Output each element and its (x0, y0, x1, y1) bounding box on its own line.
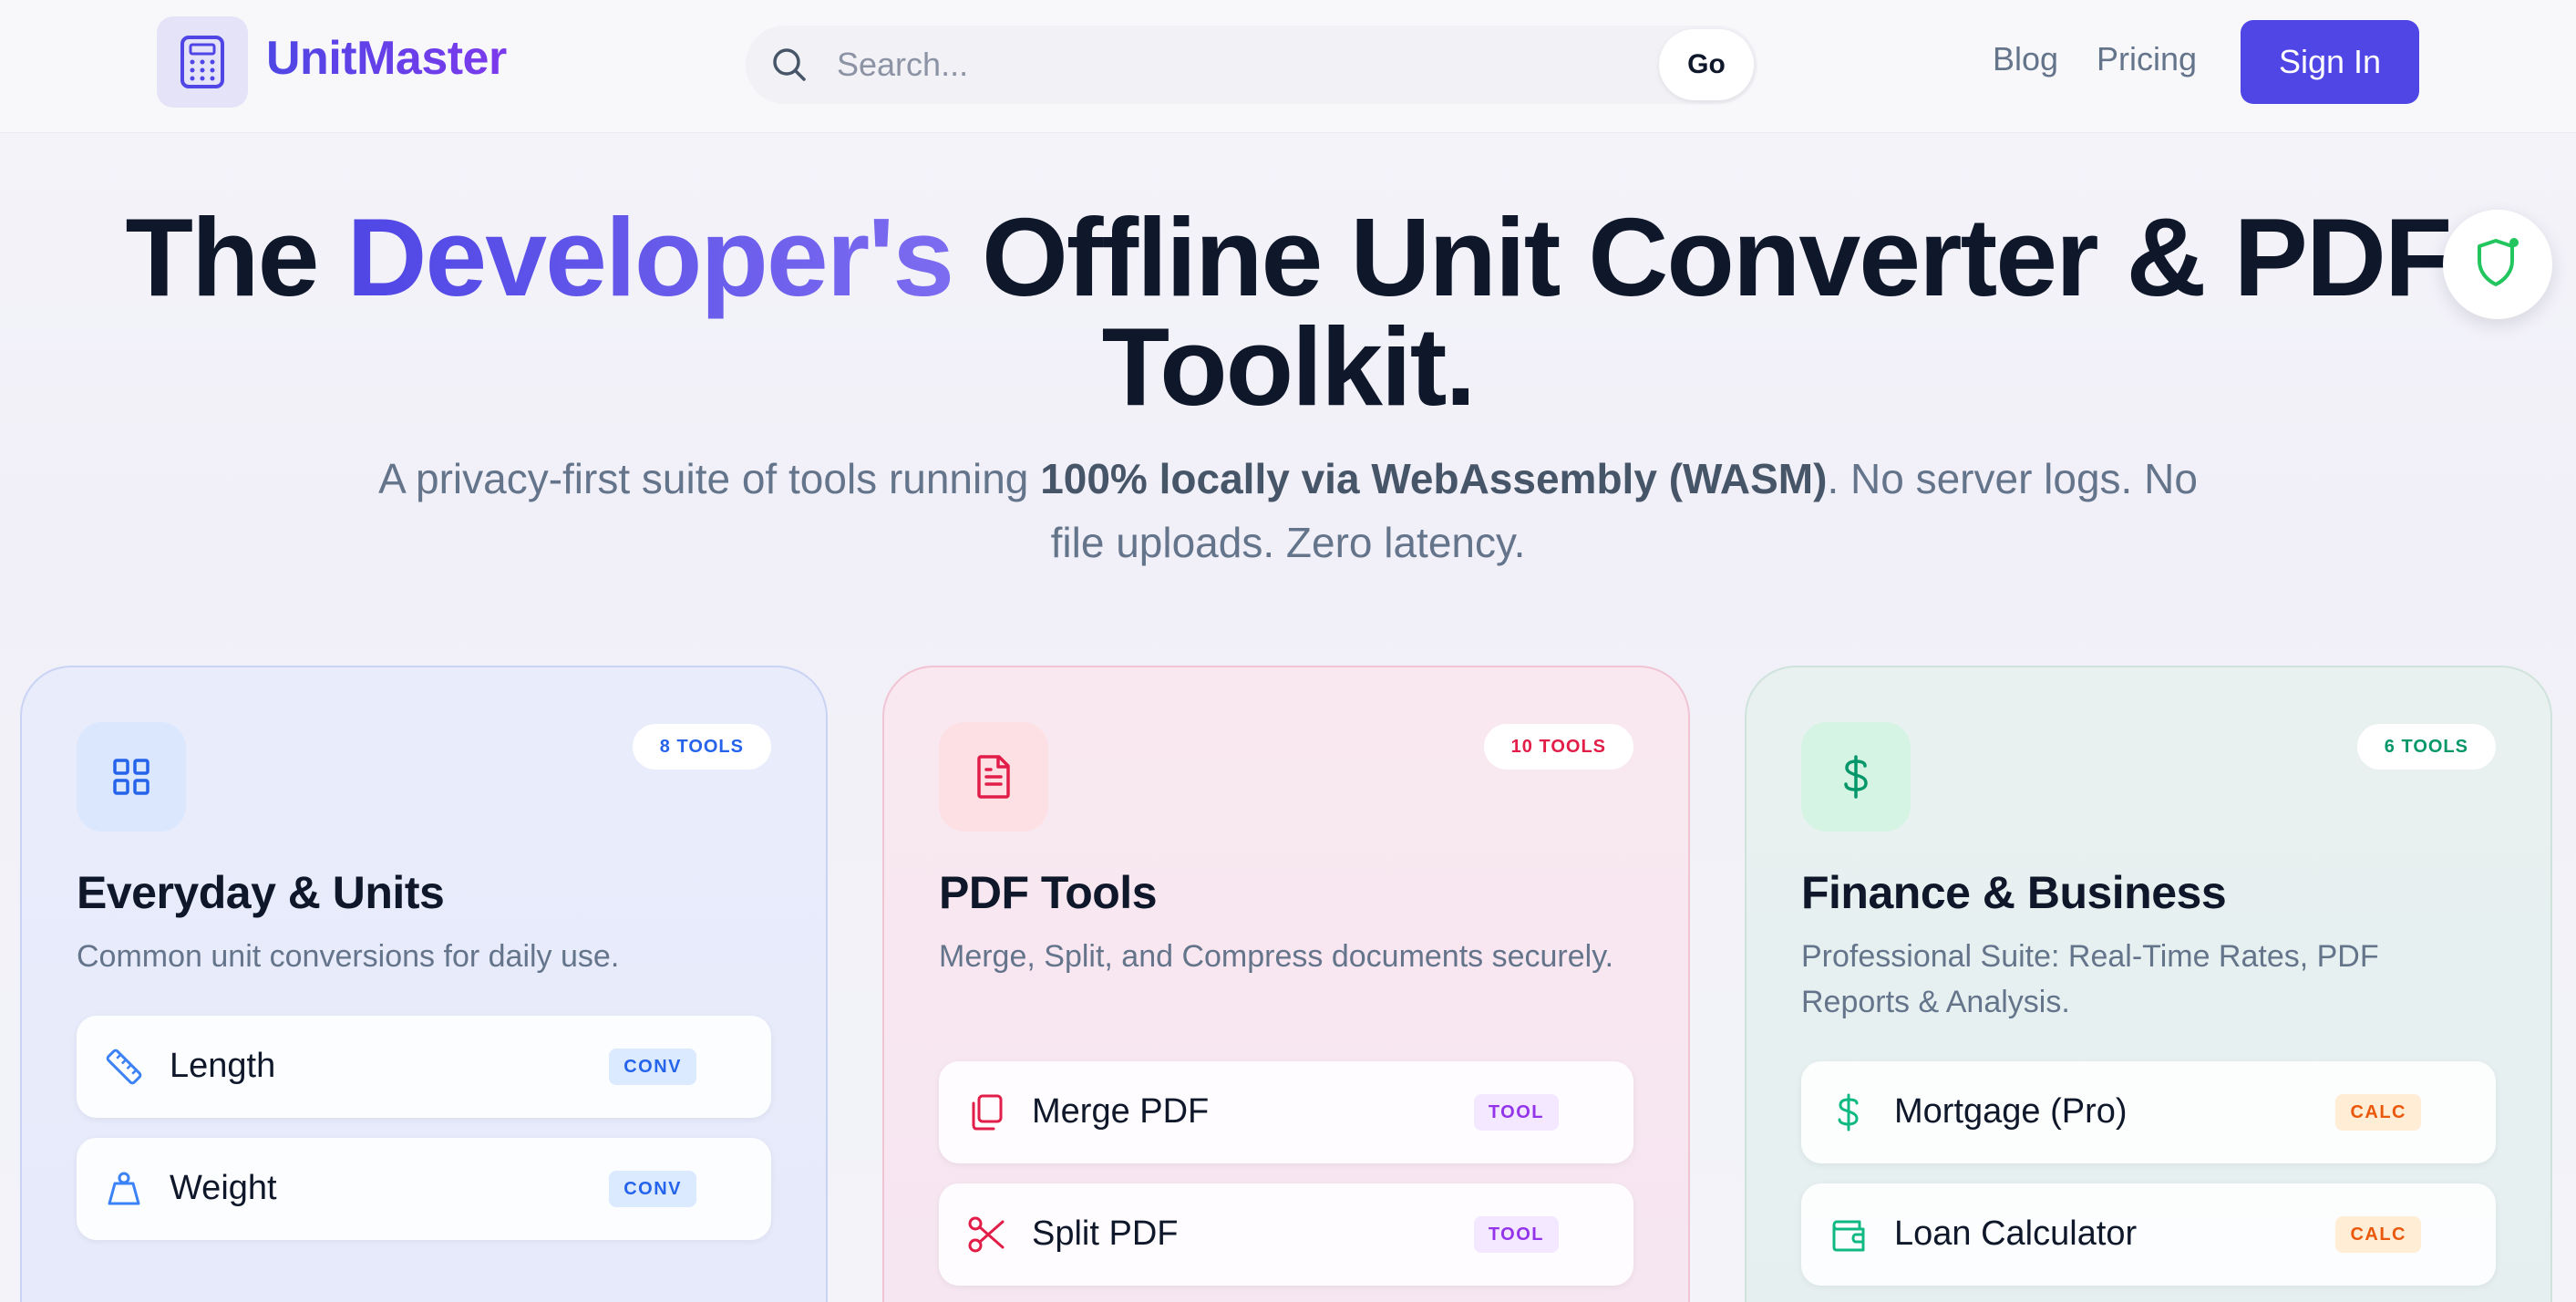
card-description: Common unit conversions for daily use. (77, 939, 620, 974)
page-title: The Developer's Offline Unit Converter &… (82, 202, 2494, 422)
card-description: Professional Suite: Real-Time Rates, PDF… (1801, 939, 2379, 1019)
tool-label: Weight (170, 1169, 277, 1207)
nav-link-blog[interactable]: Blog (1993, 40, 2058, 78)
tool-count-badge: 6 TOOLS (2356, 724, 2496, 770)
title-prefix: The (125, 195, 347, 319)
logo-text[interactable]: UnitMaster (266, 31, 507, 86)
tool-type-tag: CONV (609, 1049, 696, 1085)
tool-type-tag: TOOL (1473, 1216, 1559, 1253)
category-card-pdf-tools[interactable]: 10 TOOLS PDF Tools Merge, Split, and Com… (882, 666, 1690, 1302)
tool-label: Mortgage (Pro) (1894, 1092, 2128, 1131)
top-nav-bar: UnitMaster Go Blog Pricing Sign In (0, 0, 2576, 133)
document-icon (939, 722, 1048, 832)
subtitle-pre: A privacy-first suite of tools running (378, 455, 1041, 502)
tool-item-split-pdf[interactable]: Split PDF TOOL (939, 1183, 1633, 1286)
privacy-shield-button[interactable] (2443, 210, 2552, 319)
scissors-icon (966, 1214, 1006, 1255)
search-bar: Go (746, 26, 1757, 104)
dollar-icon (1801, 722, 1911, 832)
tool-item-loan-calculator[interactable]: Loan Calculator CALC (1801, 1183, 2496, 1286)
card-title: Everyday & Units (77, 867, 445, 918)
ruler-icon (104, 1047, 144, 1087)
tool-count-badge: 8 TOOLS (632, 724, 771, 770)
subtitle-bold: 100% locally via WebAssembly (WASM) (1040, 455, 1828, 502)
shield-icon (2472, 235, 2523, 294)
tool-label: Length (170, 1047, 276, 1085)
calculator-logo-icon[interactable] (157, 16, 248, 108)
tool-item-weight[interactable]: Weight CONV (77, 1138, 771, 1240)
copy-icon (966, 1092, 1006, 1132)
card-description: Merge, Split, and Compress documents sec… (939, 939, 1614, 974)
tool-item-merge-pdf[interactable]: Merge PDF TOOL (939, 1061, 1633, 1163)
tool-count-badge: 10 TOOLS (1483, 724, 1633, 770)
card-title: Finance & Business (1801, 867, 2227, 918)
tool-type-tag: CALC (2335, 1216, 2421, 1253)
hero-subtitle: A privacy-first suite of tools running 1… (376, 447, 2200, 574)
nav-link-pricing[interactable]: Pricing (2097, 40, 2197, 78)
search-input[interactable] (837, 42, 1475, 88)
tool-item-mortgage-pro[interactable]: Mortgage (Pro) CALC (1801, 1061, 2496, 1163)
grid-icon (77, 722, 186, 832)
tool-type-tag: CONV (609, 1171, 696, 1207)
title-suffix: Offline Unit Converter & PDF Toolkit. (953, 195, 2452, 429)
tool-type-tag: CALC (2335, 1094, 2421, 1131)
tool-label: Split PDF (1032, 1214, 1179, 1253)
tool-type-tag: TOOL (1473, 1094, 1559, 1131)
title-accent: Developer's (346, 195, 954, 319)
category-card-everyday-units[interactable]: 8 TOOLS Everyday & Units Common unit con… (20, 666, 828, 1302)
sign-in-button[interactable]: Sign In (2241, 20, 2419, 104)
tool-label: Merge PDF (1032, 1092, 1210, 1131)
category-card-finance-business[interactable]: 6 TOOLS Finance & Business Professional … (1745, 666, 2552, 1302)
tool-label: Loan Calculator (1894, 1214, 2138, 1253)
card-title: PDF Tools (939, 867, 1158, 918)
dollar-icon (1829, 1092, 1869, 1132)
wallet-icon (1829, 1214, 1869, 1255)
tool-item-length[interactable]: Length CONV (77, 1016, 771, 1118)
go-button[interactable]: Go (1659, 29, 1754, 100)
search-icon (769, 45, 809, 85)
weight-icon (104, 1169, 144, 1209)
